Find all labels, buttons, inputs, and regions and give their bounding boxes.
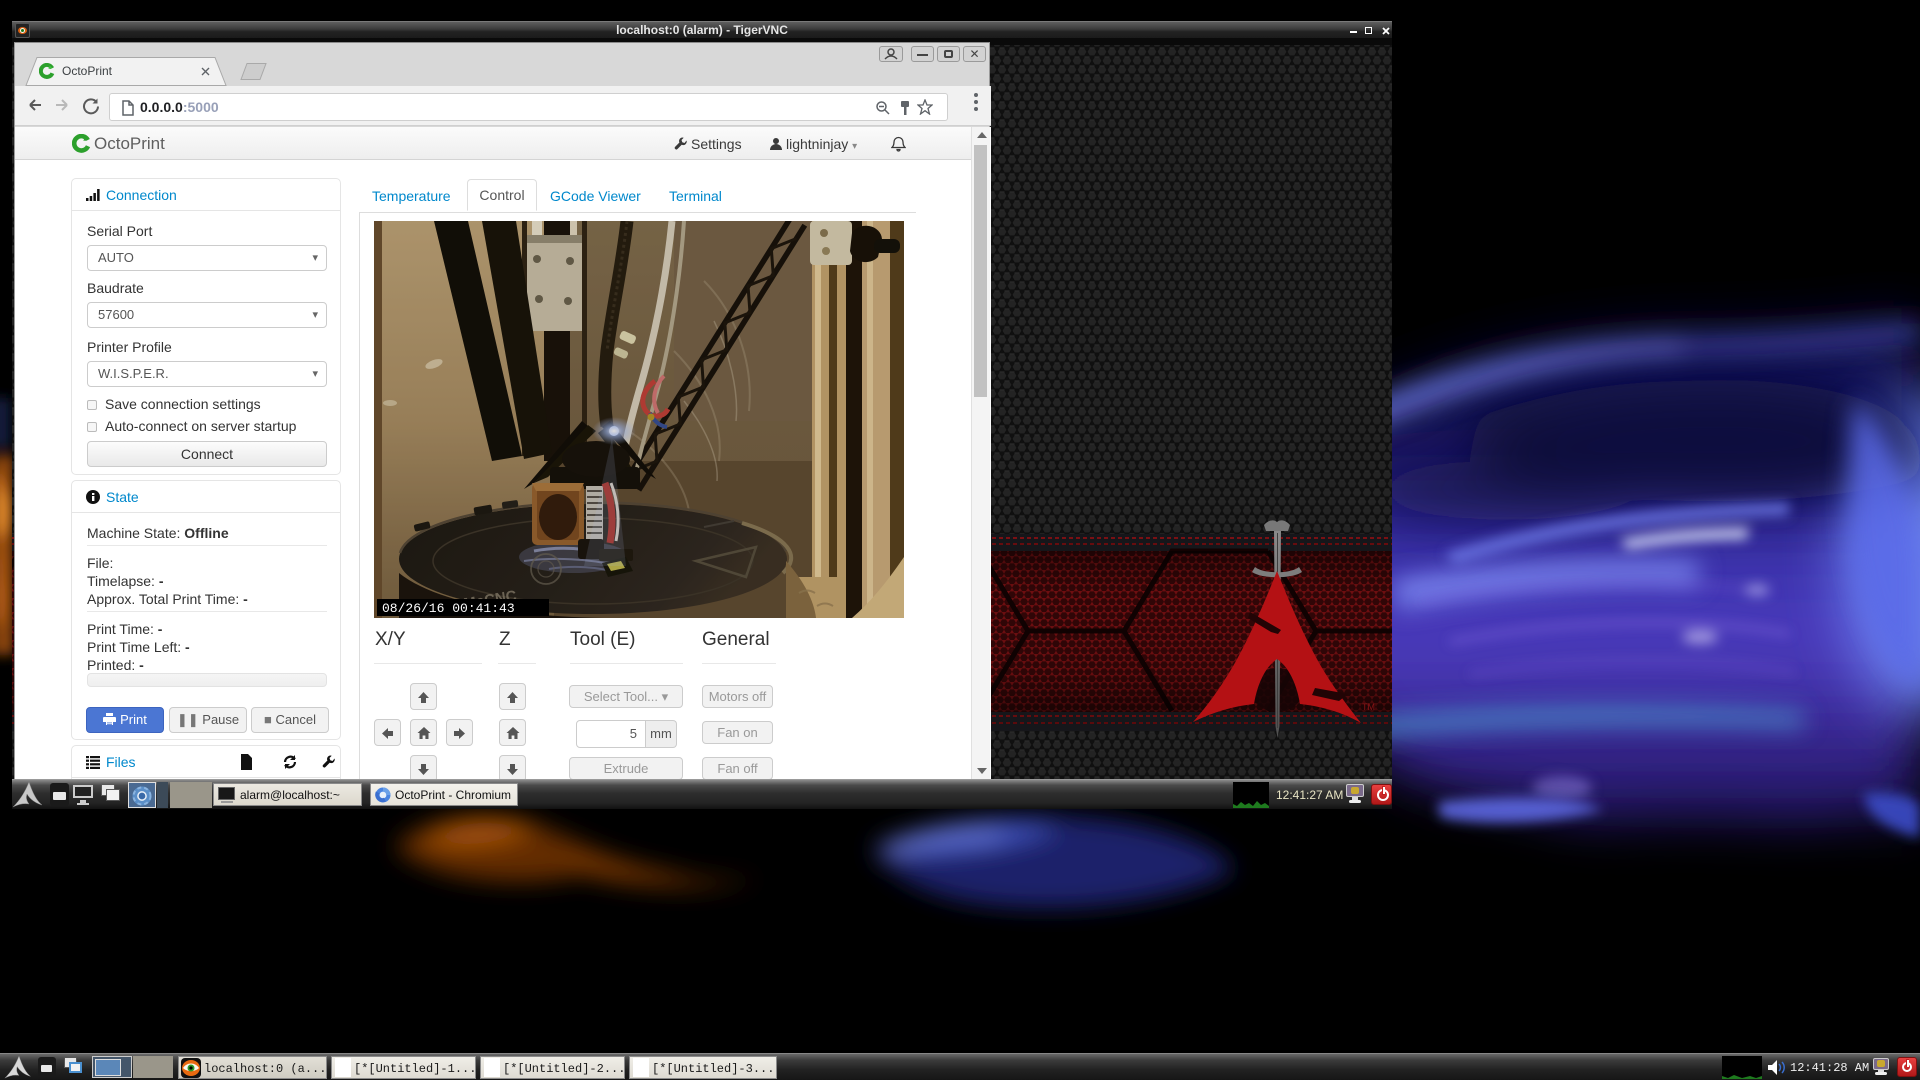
svg-text:08/26/16 00:41:43: 08/26/16 00:41:43: [382, 601, 515, 616]
svg-text:TM: TM: [1362, 702, 1375, 712]
